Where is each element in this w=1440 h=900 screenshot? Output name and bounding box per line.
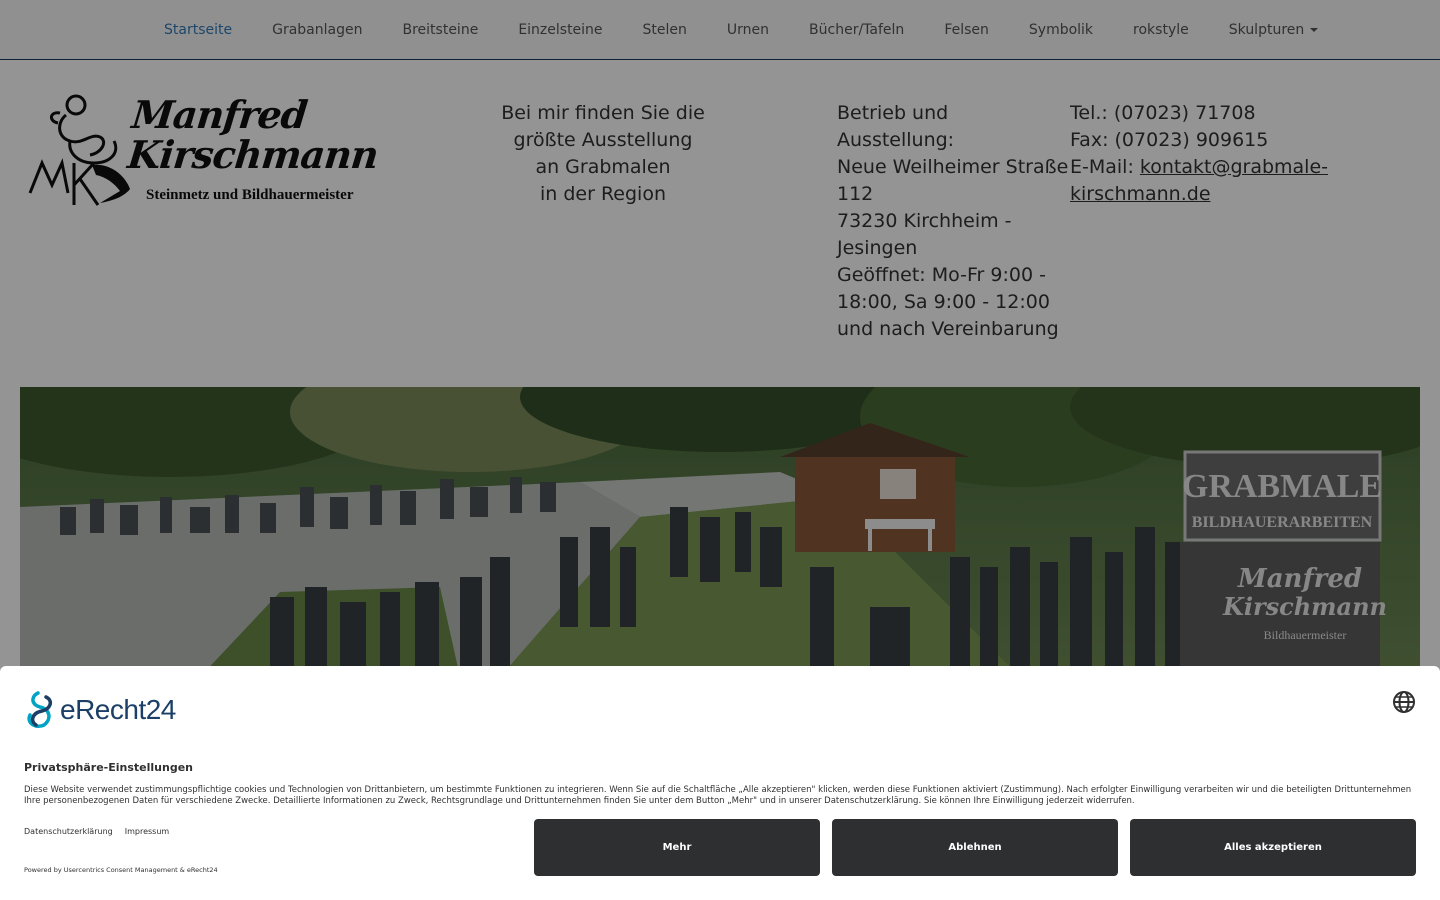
powered-by-text: Powered by Usercentrics Consent Manageme… [24,866,218,874]
cookie-consent-banner: eRecht24 Privatsphäre-Einstellungen Dies… [0,666,1440,900]
more-button[interactable]: Mehr [534,819,820,876]
consent-links: Datenschutzerklärung Impressum [24,827,169,836]
erecht24-wordmark: eRecht24 [60,694,176,725]
erecht24-logo: eRecht24 [24,690,176,730]
imprint-link[interactable]: Impressum [125,827,169,836]
consent-description: Diese Website verwendet zustimmungspflic… [24,785,1412,806]
language-globe-icon[interactable] [1392,690,1416,714]
accept-all-button[interactable]: Alles akzeptieren [1130,819,1416,876]
consent-title: Privatsphäre-Einstellungen [24,761,193,774]
erecht24-logo-icon [27,691,53,728]
privacy-policy-link[interactable]: Datenschutzerklärung [24,827,113,836]
decline-button[interactable]: Ablehnen [832,819,1118,876]
